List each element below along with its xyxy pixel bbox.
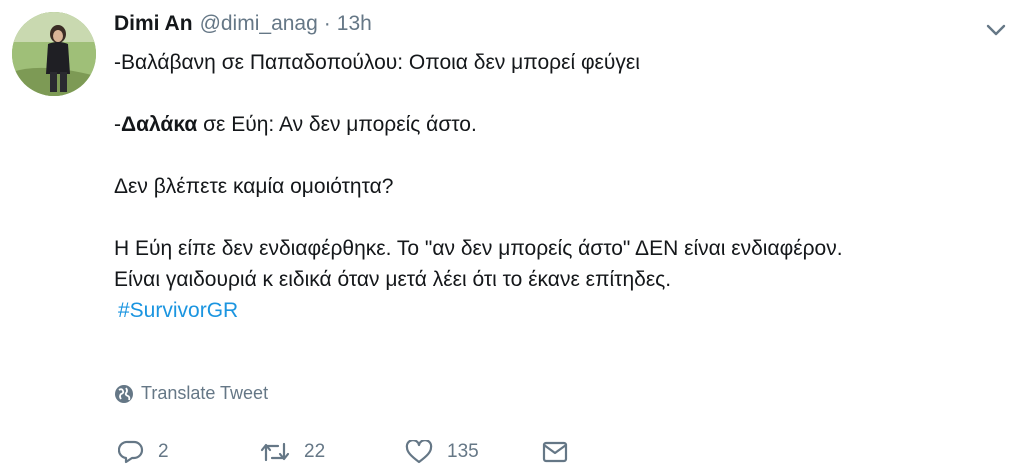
reply-icon	[118, 440, 144, 464]
tweet: Dimi An @dimi_anag · 13h -Βαλάβανη σε Πα…	[0, 0, 1024, 476]
more-options-button[interactable]	[984, 20, 1008, 40]
globe-icon	[115, 384, 133, 403]
retweet-button[interactable]: 22	[260, 435, 325, 469]
retweet-count: 22	[304, 441, 326, 462]
tweet-actions: 2 22 135	[114, 435, 594, 469]
bold-name: Δαλάκα	[121, 113, 198, 136]
direct-message-button[interactable]	[542, 435, 582, 469]
tweet-line-4: Η Εύη είπε δεν ενδιαφέρθηκε. Το "αν δεν …	[114, 237, 843, 260]
reply-count: 2	[158, 441, 169, 462]
heart-icon	[405, 440, 433, 464]
separator: ·	[323, 12, 331, 35]
user-handle[interactable]: @dimi_anag	[200, 12, 318, 36]
tweet-line-3: Δεν βλέπετε καμία ομοιότητα?	[114, 175, 394, 198]
avatar-image	[12, 12, 96, 96]
like-count: 135	[447, 441, 479, 462]
timestamp[interactable]: 13h	[337, 12, 372, 36]
envelope-icon	[542, 441, 568, 463]
display-name[interactable]: Dimi An	[114, 12, 193, 36]
hashtag-line: #SurvivorGR	[114, 295, 1004, 326]
chevron-down-icon	[986, 24, 1006, 36]
tweet-text: -Βαλάβανη σε Παπαδοπούλου: Οποια δεν μπο…	[114, 47, 1004, 326]
avatar[interactable]	[12, 12, 96, 96]
translate-tweet-button[interactable]: Translate Tweet	[114, 383, 268, 404]
hashtag-link[interactable]: #SurvivorGR	[118, 299, 238, 322]
tweet-line-1: -Βαλάβανη σε Παπαδοπούλου: Οποια δεν μπο…	[114, 51, 640, 74]
tweet-header: Dimi An @dimi_anag · 13h	[114, 12, 372, 42]
reply-button[interactable]: 2	[118, 435, 169, 469]
line-prefix: -	[114, 113, 121, 136]
like-button[interactable]: 135	[405, 435, 479, 469]
translate-label: Translate Tweet	[141, 383, 269, 403]
retweet-icon	[260, 442, 290, 462]
line-rest: σε Εύη: Αν δεν μπορείς άστο.	[197, 113, 477, 136]
tweet-line-5: Είναι γαιδουριά κ ειδικά όταν μετά λέει …	[114, 268, 672, 291]
tweet-line-2: -Δαλάκα σε Εύη: Αν δεν μπορείς άστο.	[114, 109, 1004, 140]
